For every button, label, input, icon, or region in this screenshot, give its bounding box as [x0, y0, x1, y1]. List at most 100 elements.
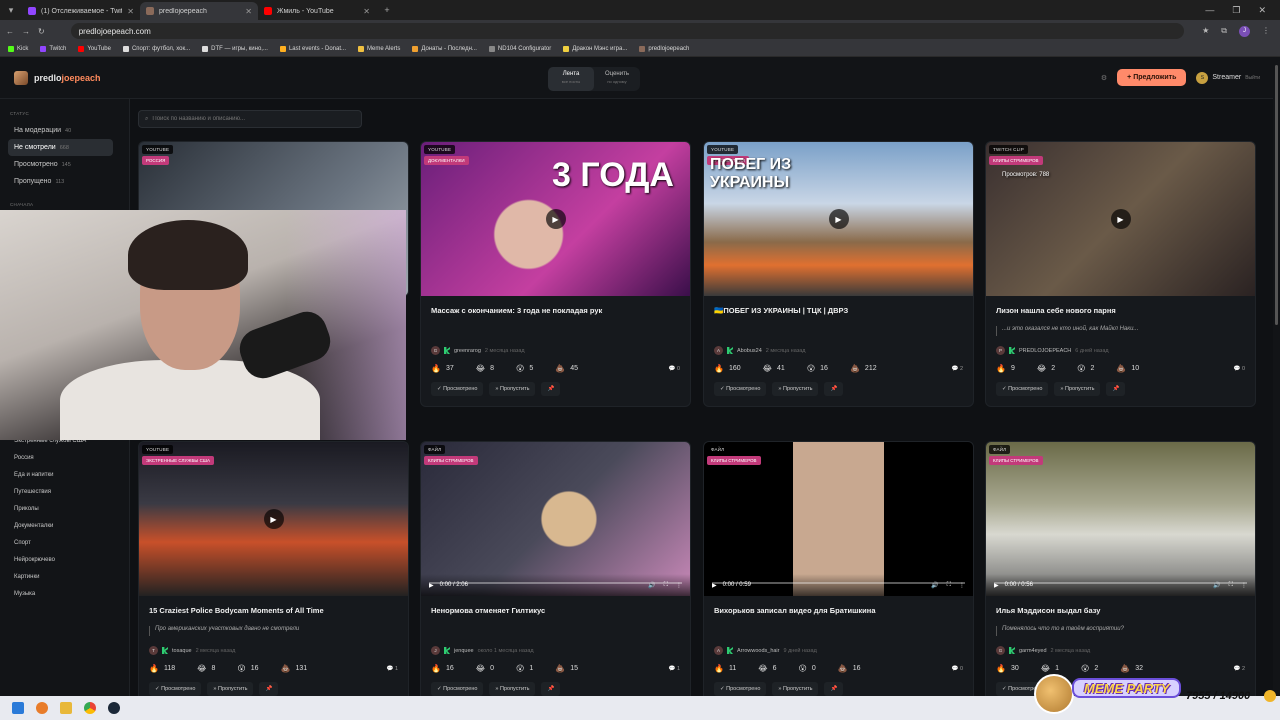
skip-button[interactable]: » Пропустить: [772, 682, 819, 696]
watched-button[interactable]: ✓ Просмотрено: [996, 382, 1049, 396]
site-logo[interactable]: predlojoepeach: [14, 71, 101, 85]
reload-icon[interactable]: ↻: [38, 27, 45, 36]
browser-tab-predlojoepeach[interactable]: predlojoepeach ✕: [140, 2, 258, 20]
bookmark-item[interactable]: Донаты - Последн...: [412, 46, 477, 52]
card-thumbnail[interactable]: ФАЙЛ КЛИПЫ СТРИМЕРОВ ▶ 0:00 / 0:59 🔊 ⛶ ⋮: [704, 442, 973, 596]
sidebar-category[interactable]: Приколы: [0, 500, 130, 517]
reaction-laugh[interactable]: 😂 0: [476, 664, 494, 673]
comments-count[interactable]: 💬 2: [952, 366, 963, 372]
card-title[interactable]: 15 Craziest Police Bodycam Moments of Al…: [139, 596, 408, 626]
card-thumbnail[interactable]: YOUTUBE ПУТЕШЕСТВИЯ ПОБЕГ ИЗ УКРАИНЫ ▶: [704, 142, 973, 296]
video-card[interactable]: ФАЙЛ КЛИПЫ СТРИМЕРОВ ▶ 0:00 / 0:59 🔊 ⛶ ⋮ В…: [703, 441, 974, 696]
card-thumbnail[interactable]: TWITCH CLIP КЛИПЫ СТРИМЕРОВ Просмотров: 7…: [986, 142, 1255, 296]
window-close-icon[interactable]: ✕: [1258, 5, 1266, 16]
sidebar-item-moderation[interactable]: На модерации 40: [8, 122, 113, 139]
close-icon[interactable]: ✕: [245, 7, 252, 16]
page-scrollbar[interactable]: [1273, 57, 1280, 696]
reaction-fire[interactable]: 🔥 9: [996, 364, 1015, 373]
browser-tab-twitch[interactable]: (1) Отслеживаемое - Twitch ✕: [22, 2, 140, 20]
sidebar-category[interactable]: Картинки: [0, 568, 130, 585]
sidebar-category[interactable]: Путешествия: [0, 483, 130, 500]
pin-icon[interactable]: 📌: [541, 682, 561, 696]
reaction-laugh[interactable]: 😂 6: [758, 664, 776, 673]
sidebar-item-skipped[interactable]: Пропущено 113: [8, 173, 113, 190]
folder-icon[interactable]: [60, 702, 72, 714]
extensions-icon[interactable]: ⧉: [1221, 26, 1227, 37]
video-card[interactable]: YOUTUBE ПУТЕШЕСТВИЯ ПОБЕГ ИЗ УКРАИНЫ ▶ 🇺🇦П…: [703, 141, 974, 407]
play-icon[interactable]: ▶: [1110, 209, 1131, 229]
sidebar-item-watched[interactable]: Просмотрено 145: [8, 156, 113, 173]
watched-button[interactable]: ✓ Просмотрено: [149, 682, 202, 696]
bookmark-item[interactable]: DTF — игры, кино,...: [202, 46, 268, 52]
bookmark-item[interactable]: Twitch: [40, 46, 66, 52]
reaction-poop[interactable]: 💩 16: [838, 664, 861, 673]
play-icon[interactable]: ▶: [545, 209, 566, 229]
skip-button[interactable]: » Пропустить: [489, 682, 536, 696]
search-input[interactable]: [152, 116, 353, 122]
propose-button[interactable]: + Предложить: [1117, 69, 1187, 86]
reaction-fire[interactable]: 🔥 16: [431, 664, 454, 673]
reaction-shock[interactable]: 😮 0: [799, 664, 816, 673]
reaction-laugh[interactable]: 😂 8: [197, 664, 215, 673]
pin-icon[interactable]: 📌: [1106, 382, 1126, 396]
reaction-laugh[interactable]: 😂 2: [1037, 364, 1055, 373]
reaction-fire[interactable]: 🔥 30: [996, 664, 1019, 673]
settings-gear-icon[interactable]: ⚙: [1101, 74, 1107, 82]
start-icon[interactable]: [12, 702, 24, 714]
reaction-poop[interactable]: 💩 10: [1116, 364, 1139, 373]
pin-icon[interactable]: 📌: [259, 682, 279, 696]
reaction-poop[interactable]: 💩 212: [850, 364, 877, 373]
card-thumbnail[interactable]: ФАЙЛ КЛИПЫ СТРИМЕРОВ ▶ 0:00 / 2:06 🔊 ⛶ ⋮: [421, 442, 690, 596]
reaction-laugh[interactable]: 😂 41: [763, 364, 785, 373]
logout-link[interactable]: Выйти: [1245, 75, 1260, 81]
tab-rate[interactable]: Оценить по одному: [594, 67, 640, 91]
sidebar-category[interactable]: Россия: [0, 449, 130, 466]
skip-button[interactable]: » Пропустить: [207, 682, 254, 696]
card-thumbnail[interactable]: YOUTUBE ЭКСТРЕННЫЕ СЛУЖБЫ США ▶: [139, 442, 408, 596]
bookmark-item[interactable]: predlojoepeach: [639, 46, 689, 52]
bookmark-item[interactable]: Meme Alerts: [358, 46, 400, 52]
reaction-fire[interactable]: 🔥 11: [714, 664, 736, 673]
address-bar[interactable]: predlojoepeach.com: [70, 23, 1185, 39]
bookmark-item[interactable]: Спорт: футбол, хок...: [122, 46, 190, 52]
reaction-shock[interactable]: 😮 5: [516, 364, 533, 373]
watched-button[interactable]: ✓ Просмотрено: [714, 682, 767, 696]
skip-button[interactable]: » Пропустить: [772, 382, 819, 396]
comments-count[interactable]: 💬 0: [669, 366, 680, 372]
sidebar-category[interactable]: Нейрокрючево: [0, 551, 130, 568]
card-thumbnail[interactable]: YOUTUBE ДОКУМЕНТАЛКИ 3 ГОДА ▶: [421, 142, 690, 296]
play-icon[interactable]: ▶: [263, 509, 284, 529]
tab-search-icon[interactable]: ▾: [0, 0, 22, 20]
comments-count[interactable]: 💬 0: [952, 666, 963, 672]
pin-icon[interactable]: 📌: [824, 382, 844, 396]
close-icon[interactable]: ✕: [127, 7, 134, 16]
sidebar-item-unwatched[interactable]: Не смотрели 668: [8, 139, 113, 156]
watched-button[interactable]: ✓ Просмотрено: [431, 382, 484, 396]
sidebar-category[interactable]: Еда и напитки: [0, 466, 130, 483]
card-title[interactable]: Ненормова отменяет Гилтикус: [421, 596, 690, 626]
reaction-fire[interactable]: 🔥 37: [431, 364, 454, 373]
search-box[interactable]: ⌕: [138, 110, 362, 128]
video-card[interactable]: TWITCH CLIP КЛИПЫ СТРИМЕРОВ Просмотров: 7…: [985, 141, 1256, 407]
reaction-poop[interactable]: 💩 45: [555, 364, 578, 373]
steam-icon[interactable]: [108, 702, 120, 714]
pin-icon[interactable]: 📌: [824, 682, 844, 696]
bookmark-item[interactable]: Дракон Мэнс игра...: [563, 46, 627, 52]
new-tab-icon[interactable]: +: [376, 0, 398, 20]
profile-avatar[interactable]: J: [1239, 25, 1250, 37]
card-title[interactable]: Массаж с окончанием: 3 года не покладая …: [421, 296, 690, 326]
reaction-fire[interactable]: 🔥 118: [149, 664, 175, 673]
skip-button[interactable]: » Пропустить: [489, 382, 536, 396]
comments-count[interactable]: 💬 1: [669, 666, 680, 672]
reaction-poop[interactable]: 💩 15: [555, 664, 578, 673]
video-card[interactable]: ФАЙЛ КЛИПЫ СТРИМЕРОВ ▶ 0:00 / 2:06 🔊 ⛶ ⋮ Н…: [420, 441, 691, 696]
watched-button[interactable]: ✓ Просмотрено: [431, 682, 484, 696]
tab-feed[interactable]: Лента все посты: [548, 67, 594, 91]
card-title[interactable]: Вихорьков записал видео для Братишкина: [704, 596, 973, 626]
watched-button[interactable]: ✓ Просмотрено: [714, 382, 767, 396]
reaction-laugh[interactable]: 😂 8: [476, 364, 494, 373]
skip-button[interactable]: » Пропустить: [1054, 382, 1101, 396]
menu-icon[interactable]: ⋮: [1262, 26, 1270, 37]
pin-icon[interactable]: 📌: [541, 382, 561, 396]
user-menu[interactable]: S Streamer Выйти: [1196, 71, 1260, 84]
